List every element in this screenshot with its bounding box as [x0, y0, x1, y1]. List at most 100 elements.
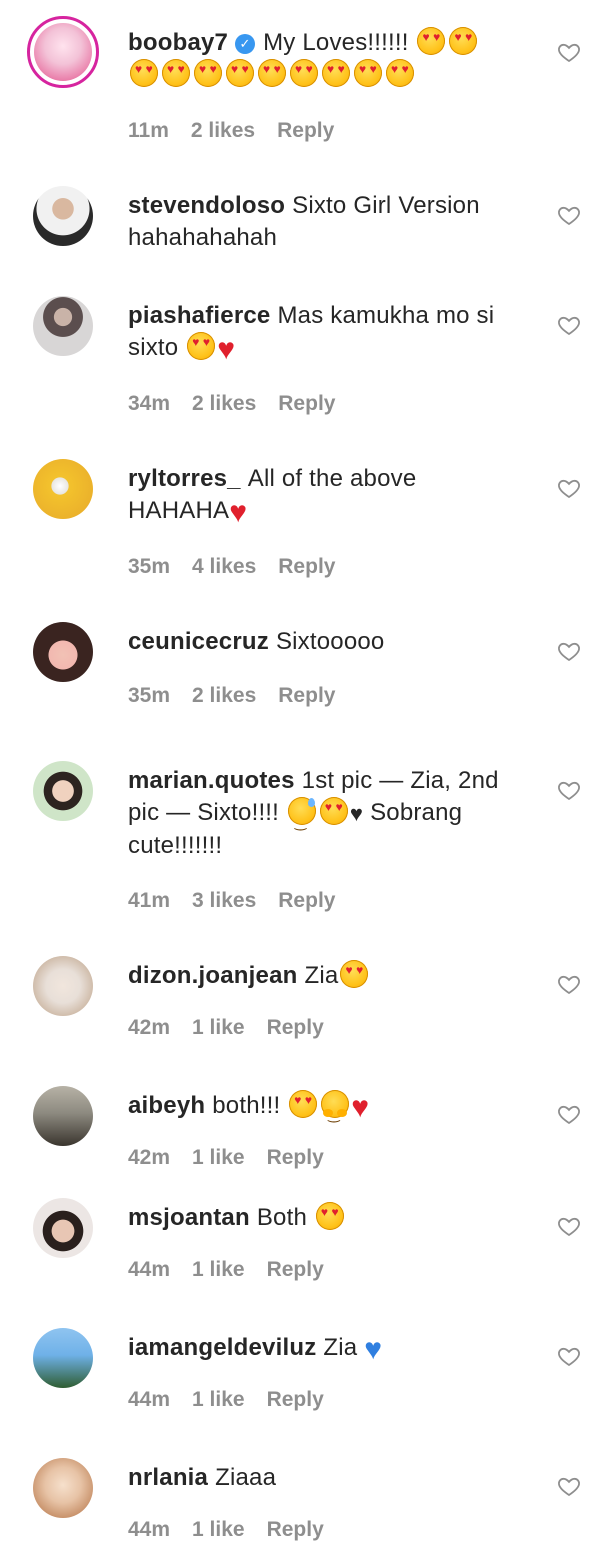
heart-eyes-emoji-icon — [449, 27, 478, 55]
comment-username[interactable]: nrlania — [128, 1464, 208, 1491]
avatar[interactable] — [33, 761, 93, 821]
avatar[interactable] — [33, 622, 93, 682]
comment-username[interactable]: stevendoloso — [128, 192, 285, 219]
comment-likes[interactable]: 2 likes — [192, 684, 256, 707]
heart-outline-icon[interactable] — [557, 1102, 581, 1126]
heart-eyes-emoji-icon — [322, 59, 350, 87]
comment-likes[interactable]: 1 like — [192, 1016, 245, 1039]
heart-eyes-emoji-icon — [340, 960, 369, 988]
comment-body: dizon.joanjean Zia — [128, 960, 528, 992]
comment-time[interactable]: 44m — [128, 1258, 170, 1281]
comment-username[interactable]: ceunicecruz — [128, 628, 269, 655]
comment-time[interactable]: 42m — [128, 1016, 170, 1039]
comment-body: aibeyh both!!! ♥ — [128, 1090, 528, 1130]
comment-meta: 42m 1 like Reply — [128, 1146, 346, 1170]
heart-outline-icon[interactable] — [557, 476, 581, 500]
avatar[interactable] — [33, 956, 93, 1016]
comment-username[interactable]: ryltorres_ — [128, 465, 241, 492]
avatar-story-ring[interactable] — [27, 16, 99, 88]
comment-body: marian.quotes 1st pic — Zia, 2nd pic — Si… — [128, 765, 528, 862]
comment-likes[interactable]: 1 like — [192, 1518, 245, 1541]
comment-time[interactable]: 11m — [128, 119, 169, 142]
heart-outline-icon[interactable] — [557, 1214, 581, 1238]
comment-time[interactable]: 35m — [128, 684, 170, 707]
comment-likes[interactable]: 1 like — [192, 1388, 245, 1411]
comment-username[interactable]: boobay7 — [128, 29, 228, 56]
comment-meta: 35m 2 likes Reply — [128, 684, 357, 708]
heart-outline-icon[interactable] — [557, 313, 581, 337]
avatar[interactable] — [33, 186, 93, 246]
heart-outline-icon[interactable] — [557, 40, 581, 64]
red-heart-emoji-icon: ♥ — [229, 496, 248, 529]
comment-body: piashafierce Mas kamukha mo si sixto ♥ — [128, 300, 528, 366]
blue-heart-emoji-icon: ♥ — [364, 1333, 383, 1366]
heart-outline-icon[interactable] — [557, 1344, 581, 1368]
comment-time[interactable]: 34m — [128, 392, 170, 415]
heart-eyes-emoji-icon — [417, 27, 446, 55]
reply-button[interactable]: Reply — [267, 1258, 324, 1281]
heart-eyes-emoji-icon — [290, 59, 318, 87]
comment-time[interactable]: 44m — [128, 1518, 170, 1541]
comment-time[interactable]: 42m — [128, 1146, 170, 1169]
reply-button[interactable]: Reply — [267, 1388, 324, 1411]
comment-username[interactable]: iamangeldeviluz — [128, 1334, 316, 1361]
comment-text: Both — [256, 1204, 307, 1231]
red-heart-emoji-icon: ♥ — [217, 333, 236, 366]
comment-likes[interactable]: 4 likes — [192, 555, 256, 578]
heart-eyes-emoji-icon — [386, 59, 414, 87]
avatar[interactable] — [33, 1198, 93, 1258]
comment-body: msjoantan Both — [128, 1202, 528, 1234]
heart-outline-icon[interactable] — [557, 1474, 581, 1498]
comment-time[interactable]: 44m — [128, 1388, 170, 1411]
comment-time[interactable]: 35m — [128, 555, 170, 578]
avatar[interactable] — [33, 1086, 93, 1146]
comment-likes[interactable]: 2 likes — [192, 392, 256, 415]
heart-eyes-emoji-icon — [162, 59, 190, 87]
comment-likes[interactable]: 2 likes — [191, 119, 255, 142]
reply-button[interactable]: Reply — [277, 119, 334, 142]
heart-eyes-emoji-icon — [226, 59, 254, 87]
reply-button[interactable]: Reply — [278, 555, 335, 578]
heart-outline-icon[interactable] — [557, 778, 581, 802]
comment-meta: 11m 2 likes Reply — [128, 119, 356, 143]
verified-badge-icon: ✓ — [235, 34, 256, 54]
heart-outline-icon[interactable] — [557, 972, 581, 996]
comment-body: stevendoloso Sixto Girl Version hahahahah… — [128, 190, 528, 254]
comment-username[interactable]: aibeyh — [128, 1092, 205, 1119]
avatar[interactable] — [33, 296, 93, 356]
comment-body: ryltorres_ All of the above HAHAHA♥ — [128, 463, 528, 529]
avatar[interactable] — [33, 1458, 93, 1518]
heart-outline-icon[interactable] — [557, 203, 581, 227]
comment-username[interactable]: msjoantan — [128, 1204, 250, 1231]
comment-text: Ziaaa — [215, 1464, 277, 1491]
heart-outline-icon[interactable] — [557, 639, 581, 663]
comment-time[interactable]: 41m — [128, 889, 170, 912]
comment-likes[interactable]: 1 like — [192, 1258, 245, 1281]
comment-likes[interactable]: 1 like — [192, 1146, 245, 1169]
reply-button[interactable]: Reply — [267, 1016, 324, 1039]
avatar — [34, 23, 92, 81]
comment-text: Zia — [323, 1334, 358, 1361]
comment-username[interactable]: dizon.joanjean — [128, 962, 297, 989]
comment-username[interactable]: marian.quotes — [128, 767, 295, 794]
heart-eyes-emoji-icon — [187, 332, 216, 360]
reply-button[interactable]: Reply — [267, 1146, 324, 1169]
reply-button[interactable]: Reply — [278, 684, 335, 707]
reply-button[interactable]: Reply — [278, 889, 335, 912]
comment-body: boobay7 ✓ My Loves!!!!!! — [128, 27, 528, 91]
comment-meta: 44m 1 like Reply — [128, 1388, 346, 1412]
reply-button[interactable]: Reply — [278, 392, 335, 415]
comment-meta: 41m 3 likes Reply — [128, 889, 357, 913]
comment-meta: 42m 1 like Reply — [128, 1016, 346, 1040]
heart-eyes-emoji-icon — [315, 1202, 344, 1230]
avatar[interactable] — [33, 459, 93, 519]
comment-body: iamangeldeviluz Zia ♥ — [128, 1332, 528, 1366]
reply-button[interactable]: Reply — [267, 1518, 324, 1541]
hugging-face-emoji-icon — [321, 1090, 350, 1130]
avatar[interactable] — [33, 1328, 93, 1388]
comment-likes[interactable]: 3 likes — [192, 889, 256, 912]
comment-text: My Loves!!!!!! — [263, 29, 409, 56]
comment-username[interactable]: piashafierce — [128, 302, 270, 329]
heart-eyes-emoji-icon — [289, 1090, 318, 1118]
heart-eyes-emoji-icon — [319, 797, 348, 825]
